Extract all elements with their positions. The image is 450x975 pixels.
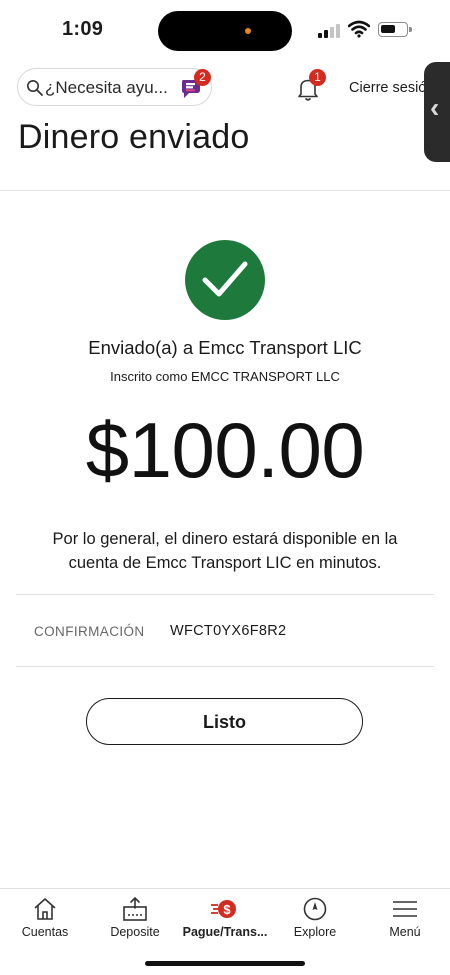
side-panel-tab[interactable]: ‹ [424, 62, 450, 162]
enrolled-name: Inscrito como EMCC TRANSPORT LLC [110, 369, 340, 384]
home-indicator[interactable] [145, 961, 305, 966]
status-time: 1:09 [62, 18, 104, 40]
nav-item-label: Pague/Trans... [182, 925, 268, 939]
done-button[interactable]: Listo [86, 698, 363, 745]
pay-transfer-icon: $ [211, 900, 236, 918]
nav-item-menu[interactable]: Menú [360, 889, 450, 949]
wifi-icon [348, 20, 370, 38]
notifications-button[interactable]: 1 [296, 69, 326, 102]
assistant-badge: 2 [194, 69, 211, 86]
availability-note: Por lo general, el dinero estará disponi… [52, 530, 398, 572]
battery-icon [378, 22, 412, 37]
notification-badge: 1 [309, 69, 326, 86]
divider [16, 666, 434, 667]
logout-link[interactable]: Cierre sesión [349, 80, 429, 96]
title-divider [0, 190, 450, 191]
status-bar: 1:09 [0, 0, 450, 60]
home-icon [34, 898, 56, 920]
camera-indicator-icon [245, 28, 251, 34]
page-title: Dinero enviado [18, 118, 250, 156]
deposit-icon [123, 896, 147, 921]
cellular-signal-icon [318, 24, 342, 38]
nav-item-label: Cuentas [21, 925, 69, 939]
chevron-left-icon: ‹ [430, 92, 440, 123]
search-placeholder: ¿Necesita ayu... [45, 78, 168, 97]
divider [16, 594, 434, 595]
confirmation-label: CONFIRMACIÓN [34, 624, 145, 639]
recipient-heading: Enviado(a) a Emcc Transport LIC [88, 337, 362, 358]
nav-item-label: Menú [389, 925, 421, 939]
svg-text:$: $ [223, 902, 231, 917]
dynamic-island [158, 11, 292, 51]
nav-item-label: Deposite [110, 925, 160, 939]
search-icon [27, 80, 43, 96]
nav-item-accounts[interactable]: Cuentas [0, 889, 90, 949]
nav-item-pay-transfer[interactable]: $ Pague/Trans... [180, 889, 270, 949]
nav-item-label: Explore [293, 925, 337, 939]
nav-item-explore[interactable]: Explore [270, 889, 360, 949]
compass-icon [303, 897, 327, 921]
nav-item-deposit[interactable]: Deposite [90, 889, 180, 949]
menu-icon [393, 901, 417, 917]
confirmation-number: WFCT0YX6F8R2 [170, 623, 287, 639]
assistant-button[interactable]: 2 [178, 69, 211, 101]
success-check-icon [185, 240, 265, 320]
amount-sent: $100.00 [85, 406, 365, 494]
